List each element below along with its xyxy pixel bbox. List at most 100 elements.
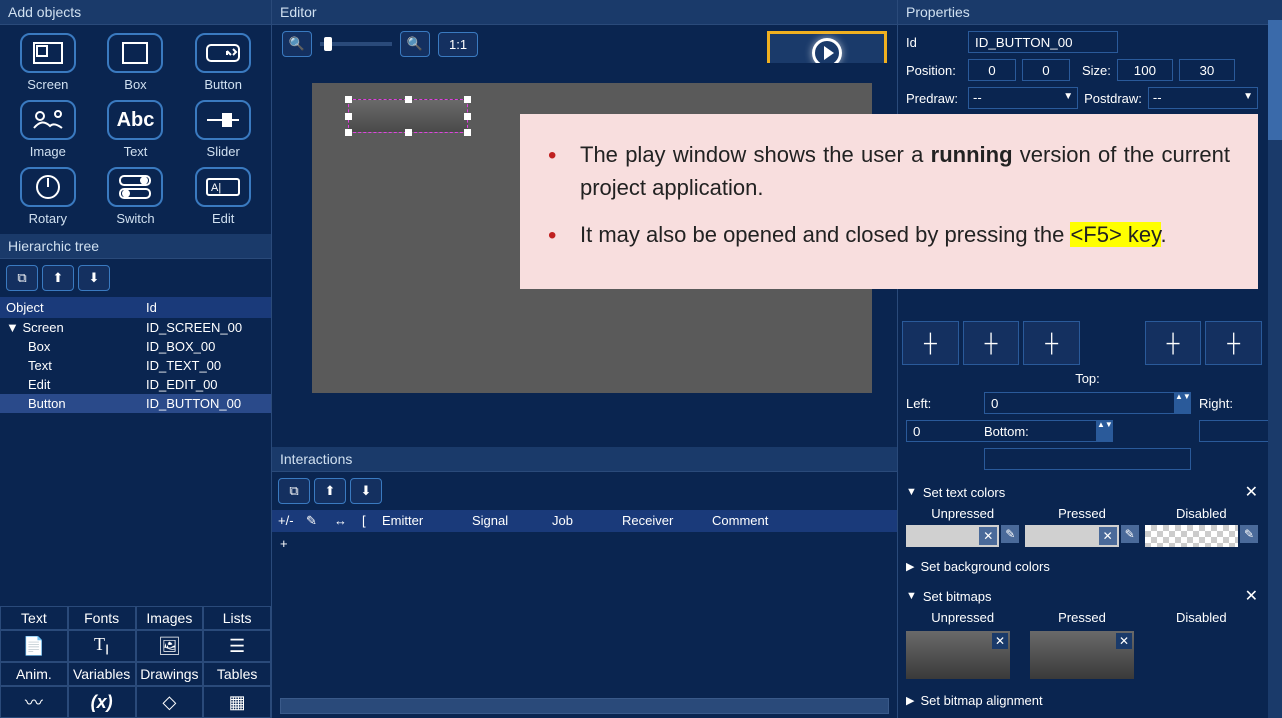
drawing-icon: ◇ <box>162 692 176 713</box>
screen-icon <box>32 41 64 65</box>
align-btn-1[interactable]: ┼ <box>902 321 959 365</box>
zoom-out-icon: 🔍 <box>289 36 305 52</box>
res-tab-text[interactable]: Text <box>0 606 68 630</box>
prop-predraw-select[interactable]: -- <box>968 87 1078 109</box>
font-icon: TI <box>94 634 109 659</box>
color-pressed[interactable]: ✕ <box>1025 525 1118 547</box>
dim-width-input[interactable] <box>984 448 1191 470</box>
res-tab-lists[interactable]: Lists <box>203 606 271 630</box>
color-unpressed[interactable]: ✕ <box>906 525 999 547</box>
tree-row-text[interactable]: TextID_TEXT_00 <box>0 356 271 375</box>
object-box[interactable]: Box <box>96 33 176 92</box>
res-icon-text[interactable]: 📄 <box>0 630 68 662</box>
res-icon-images[interactable]: 🖼 <box>136 630 204 662</box>
zoom-ratio-button[interactable]: 1:1 <box>438 32 478 57</box>
res-icon-tables[interactable]: ▦ <box>203 686 271 718</box>
prop-id-label: Id <box>906 35 962 50</box>
section-bg-colors[interactable]: Set background colors <box>920 559 1049 574</box>
object-screen[interactable]: Screen <box>8 33 88 92</box>
align-btn-5[interactable]: ┼ <box>1205 321 1262 365</box>
arrow-down-icon: ⬇ <box>361 483 372 499</box>
picker-pressed[interactable]: ✎ <box>1121 525 1139 543</box>
picker-unpressed[interactable]: ✎ <box>1001 525 1019 543</box>
copy-icon: ⧉ <box>289 483 298 499</box>
prop-x-input[interactable] <box>968 59 1016 81</box>
object-rotary[interactable]: Rotary <box>8 167 88 226</box>
bitmap-unpressed[interactable]: ✕ <box>906 631 1010 679</box>
bitmap-disabled[interactable] <box>1154 631 1258 679</box>
tree-col-object[interactable]: Object <box>6 300 146 315</box>
res-tab-anim[interactable]: Anim. <box>0 662 68 686</box>
res-tab-drawings[interactable]: Drawings <box>136 662 204 686</box>
text-icon: Abc <box>117 109 155 132</box>
arrow-down-icon: ⬇ <box>89 270 100 286</box>
edit-icon: A| <box>205 177 241 197</box>
tree-up-button[interactable]: ⬆ <box>42 265 74 291</box>
interactions-header: Interactions <box>272 447 897 472</box>
dim-bottom-label: Bottom: <box>984 424 1191 439</box>
bitmaps-close[interactable]: ✕ <box>1245 586 1258 606</box>
interaction-add[interactable]: + <box>280 536 889 551</box>
list-icon: ☰ <box>229 636 245 657</box>
tree-row-box[interactable]: BoxID_BOX_00 <box>0 337 271 356</box>
tree-row-screen[interactable]: ▼ ScreenID_SCREEN_00 <box>0 318 271 337</box>
align-btn-2[interactable]: ┼ <box>963 321 1020 365</box>
bitmap-pressed[interactable]: ✕ <box>1030 631 1134 679</box>
text-colors-close[interactable]: ✕ <box>1245 482 1258 502</box>
dim-top-input[interactable] <box>984 392 1175 414</box>
box-icon <box>121 41 149 65</box>
res-tab-images[interactable]: Images <box>136 606 204 630</box>
res-icon-variables[interactable]: (x) <box>68 686 136 718</box>
picture-icon: 🖼 <box>158 636 181 657</box>
section-bmp-align[interactable]: Set bitmap alignment <box>920 693 1042 708</box>
zoom-out-button[interactable]: 🔍 <box>282 31 312 57</box>
zoom-slider[interactable] <box>320 42 392 46</box>
section-bitmaps[interactable]: Set bitmaps <box>923 589 992 604</box>
object-switch[interactable]: Switch <box>96 167 176 226</box>
res-icon-fonts[interactable]: TI <box>68 630 136 662</box>
svg-text:A|: A| <box>211 182 221 194</box>
picker-disabled[interactable]: ✎ <box>1240 525 1258 543</box>
prop-w-input[interactable] <box>1117 59 1173 81</box>
int-up-button[interactable]: ⬆ <box>314 478 346 504</box>
rotary-icon <box>34 173 62 201</box>
arrow-up-icon: ⬆ <box>53 270 64 286</box>
interactions-scrollbar[interactable] <box>280 698 889 714</box>
color-disabled[interactable] <box>1145 525 1238 547</box>
prop-size-label: Size: <box>1082 63 1111 78</box>
object-button[interactable]: Button <box>183 33 263 92</box>
tree-row-edit[interactable]: EditID_EDIT_00 <box>0 375 271 394</box>
properties-scrollbar[interactable] <box>1268 20 1282 718</box>
canvas-selected-button[interactable] <box>348 99 468 133</box>
object-slider[interactable]: Slider <box>183 100 263 159</box>
editor-header: Editor <box>272 0 897 25</box>
prop-postdraw-select[interactable]: -- <box>1148 87 1258 109</box>
res-tab-tables[interactable]: Tables <box>203 662 271 686</box>
align-btn-3[interactable]: ┼ <box>1023 321 1080 365</box>
zoom-in-button[interactable]: 🔍 <box>400 31 430 57</box>
prop-y-input[interactable] <box>1022 59 1070 81</box>
section-text-colors[interactable]: Set text colors <box>923 485 1005 500</box>
prop-predraw-label: Predraw: <box>906 91 962 106</box>
object-text[interactable]: AbcText <box>96 100 176 159</box>
res-icon-drawings[interactable]: ◇ <box>136 686 204 718</box>
slider-icon <box>205 110 241 130</box>
prop-h-input[interactable] <box>1179 59 1235 81</box>
object-image[interactable]: Image <box>8 100 88 159</box>
object-palette: Screen Box Button Image AbcText Slider R… <box>0 25 271 234</box>
tree-row-button[interactable]: ButtonID_BUTTON_00 <box>0 394 271 413</box>
res-icon-lists[interactable]: ☰ <box>203 630 271 662</box>
int-copy-button[interactable]: ⧉ <box>278 478 310 504</box>
align-btn-4[interactable]: ┼ <box>1145 321 1202 365</box>
prop-id-input[interactable] <box>968 31 1118 53</box>
var-icon: (x) <box>91 692 113 713</box>
res-tab-fonts[interactable]: Fonts <box>68 606 136 630</box>
res-icon-anim[interactable]: 〰 <box>0 686 68 718</box>
tree-down-button[interactable]: ⬇ <box>78 265 110 291</box>
tree-copy-button[interactable]: ⧉ <box>6 265 38 291</box>
int-down-button[interactable]: ⬇ <box>350 478 382 504</box>
object-edit[interactable]: A|Edit <box>183 167 263 226</box>
interactions-columns: +/- ✎ ↔ [ Emitter Signal Job Receiver Co… <box>272 510 897 532</box>
res-tab-variables[interactable]: Variables <box>68 662 136 686</box>
tree-col-id[interactable]: Id <box>146 300 157 315</box>
